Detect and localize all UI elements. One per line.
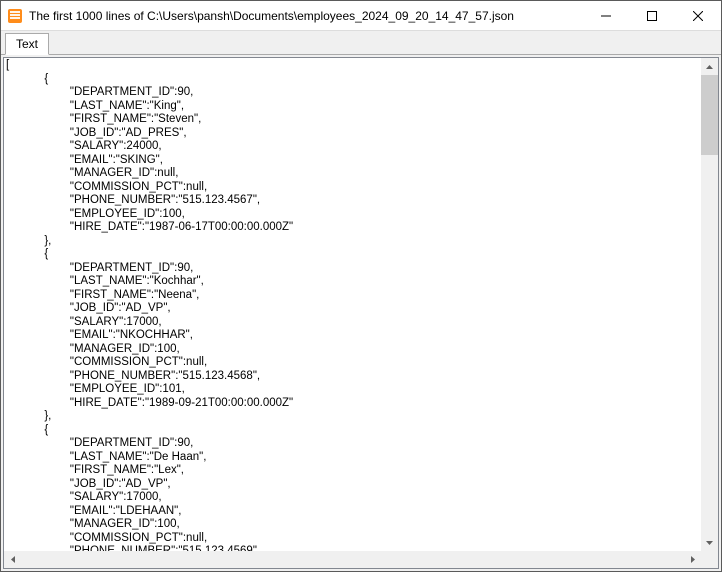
scroll-up-button[interactable] (701, 58, 718, 75)
scroll-down-button[interactable] (701, 534, 718, 551)
vertical-scrollbar[interactable] (701, 58, 718, 551)
scroll-left-button[interactable] (4, 551, 21, 568)
text-viewer: [ { "DEPARTMENT_ID":90, "LAST_NAME":"Kin… (3, 57, 719, 569)
tab-strip: Text (1, 31, 721, 55)
vertical-scroll-track[interactable] (701, 75, 718, 534)
maximize-button[interactable] (629, 1, 675, 30)
horizontal-scroll-track[interactable] (21, 551, 684, 568)
window-title: The first 1000 lines of C:\Users\pansh\D… (29, 9, 583, 23)
text-content[interactable]: [ { "DEPARTMENT_ID":90, "LAST_NAME":"Kin… (4, 58, 701, 551)
window-frame: The first 1000 lines of C:\Users\pansh\D… (0, 0, 722, 572)
vertical-scroll-thumb[interactable] (701, 75, 718, 155)
close-button[interactable] (675, 1, 721, 30)
titlebar[interactable]: The first 1000 lines of C:\Users\pansh\D… (1, 1, 721, 31)
app-icon (7, 8, 23, 24)
horizontal-scrollbar[interactable] (4, 551, 718, 568)
tab-text[interactable]: Text (5, 33, 49, 55)
scrollbar-corner (701, 551, 718, 568)
content-area: [ { "DEPARTMENT_ID":90, "LAST_NAME":"Kin… (1, 55, 721, 571)
window-controls (583, 1, 721, 30)
minimize-button[interactable] (583, 1, 629, 30)
scroll-right-button[interactable] (684, 551, 701, 568)
